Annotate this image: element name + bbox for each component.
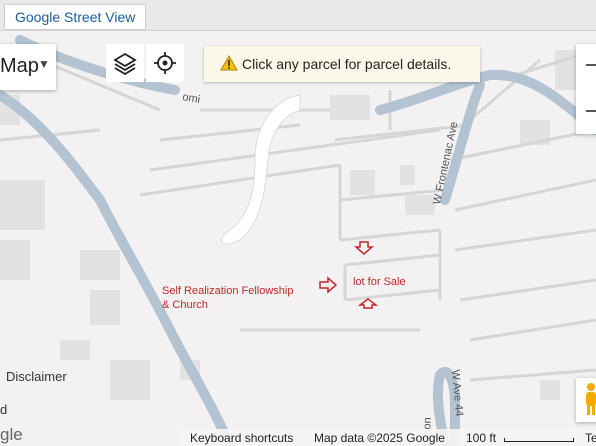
zoom-out-button[interactable] [586,110,596,112]
disclaimer-link[interactable]: Disclaimer [6,369,67,384]
zoom-control [576,44,596,134]
top-bar: Google Street View [0,0,596,31]
scale-label: 100 ft [466,431,497,445]
layers-icon [113,52,137,75]
street-view-button[interactable]: Google Street View [4,4,147,30]
info-message: Click any parcel for parcel details. [242,56,452,72]
chevron-down-icon: ▼ [38,57,50,71]
map-type-control[interactable]: Map ▼ [0,44,56,90]
google-logo: gle [0,425,23,444]
lot-for-sale-label: lot for Sale [353,276,406,288]
warning-icon [220,55,238,71]
map-data-text: Map data ©2025 Google [314,431,445,445]
pegman-icon [586,383,596,415]
zoom-in-button[interactable] [586,64,596,66]
left-edge-label: d [0,402,8,417]
info-banner: Click any parcel for parcel details. [204,46,480,82]
layers-button[interactable] [106,44,144,82]
street-view-pegman[interactable] [576,378,596,422]
map-type-label: Map [0,55,39,77]
locate-button[interactable] [146,44,184,82]
crosshair-icon [154,52,176,74]
scale-bar [504,438,574,442]
terms-link[interactable]: Te [585,431,596,445]
fellowship-label-line1: Self Realization Fellowship [162,285,294,297]
attribution-bar: Keyboard shortcuts Map data ©2025 Google… [180,429,596,446]
fellowship-label-line2: & Church [162,299,208,311]
keyboard-shortcuts-link[interactable]: Keyboard shortcuts [190,431,293,445]
